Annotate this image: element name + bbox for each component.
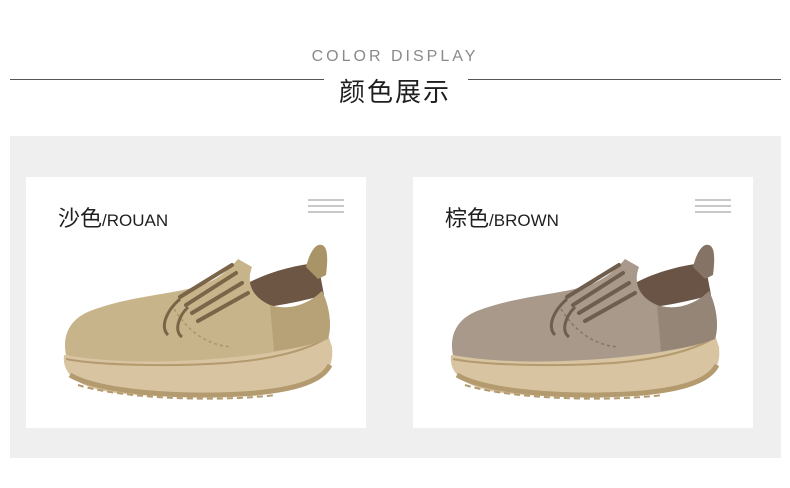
color-card-title: 沙色/ROUAN	[58, 201, 168, 233]
section-subtitle: COLOR DISPLAY	[311, 48, 479, 65]
shoe-image-brown	[450, 244, 720, 400]
section-header: COLOR DISPLAY 颜色展示	[0, 0, 790, 120]
color-name-cn: 棕色	[445, 207, 490, 232]
color-name-en: /ROUAN	[102, 211, 169, 230]
color-card-brown[interactable]: 棕色/BROWN	[413, 177, 753, 428]
menu-lines-icon	[695, 199, 731, 215]
color-card-sand[interactable]: 沙色/ROUAN	[26, 177, 366, 428]
color-name-cn: 沙色	[58, 207, 103, 232]
shoe-image-sand	[63, 244, 333, 400]
menu-lines-icon	[308, 199, 344, 215]
color-name-en: /BROWN	[489, 211, 559, 230]
color-card-title: 棕色/BROWN	[445, 201, 559, 233]
section-title: 颜色展示	[338, 78, 451, 108]
